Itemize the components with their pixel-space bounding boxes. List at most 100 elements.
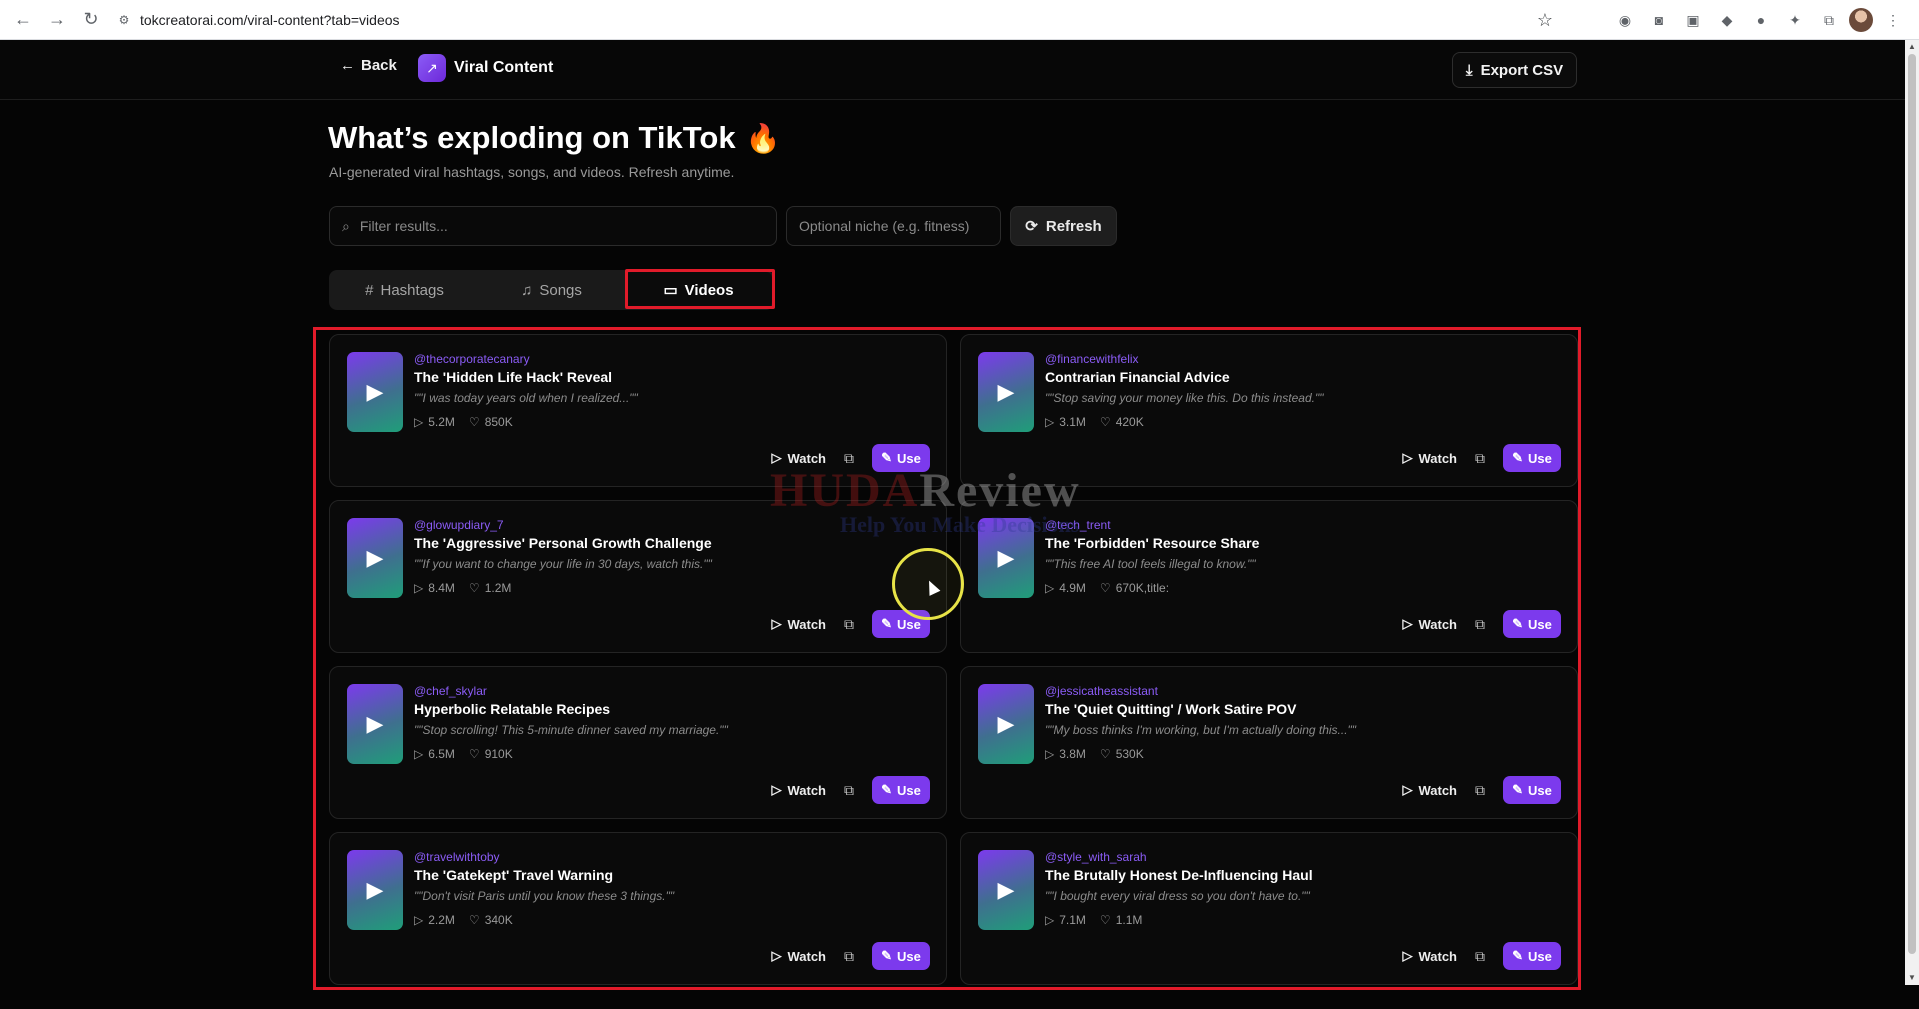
tab-videos[interactable]: ▭ Videos [625,272,772,308]
camera-icon[interactable]: ◙ [1645,6,1673,34]
video-stats: ▷ 8.4M ♡ 1.2M [414,581,511,595]
copy-icon[interactable]: ⧉ [1471,616,1489,633]
use-button[interactable]: ✎ Use [1503,776,1561,804]
filter-field[interactable]: ⌕ [329,206,777,246]
video-card: ▶ @glowupdiary_7 The 'Aggressive' Person… [329,500,947,653]
video-thumbnail[interactable]: ▶ [978,518,1034,598]
creator-handle[interactable]: @jessicatheassistant [1045,684,1158,698]
arrow-left-icon[interactable]: ← [6,3,40,37]
views-count: 8.4M [428,581,455,595]
copy-icon[interactable]: ⧉ [840,782,858,799]
play-outline-icon: ▷ [1045,581,1055,595]
creator-handle[interactable]: @financewithfelix [1045,352,1139,366]
creator-handle[interactable]: @thecorporatecanary [414,352,530,366]
video-thumbnail[interactable]: ▶ [347,850,403,930]
use-button[interactable]: ✎ Use [1503,942,1561,970]
watch-button[interactable]: ▷ Watch [771,616,826,632]
copy-icon[interactable]: ⧉ [840,948,858,965]
copy-icon[interactable]: ⧉ [1471,948,1489,965]
hashtag-icon: # [365,281,374,299]
copy-icon[interactable]: ⧉ [840,616,858,633]
play-outline-icon: ▷ [1045,747,1055,761]
app-brand: ↗ Viral Content [418,54,553,82]
play-outline-icon: ▷ [414,415,424,429]
video-stats: ▷ 6.5M ♡ 910K [414,747,513,761]
use-button[interactable]: ✎ Use [872,610,930,638]
creator-handle[interactable]: @chef_skylar [414,684,487,698]
video-thumbnail[interactable]: ▶ [978,684,1034,764]
play-icon: ▶ [366,711,384,736]
play-outline-icon: ▷ [771,616,782,631]
bookmark-star-icon[interactable]: ☆ [1530,5,1560,35]
export-label: Export CSV [1480,61,1564,79]
use-button[interactable]: ✎ Use [872,942,930,970]
extension-icon[interactable]: ▣ [1679,6,1707,34]
filter-input[interactable] [359,218,776,234]
puzzle-icon[interactable]: ⧉ [1815,6,1843,34]
watch-button[interactable]: ▷ Watch [1402,782,1457,798]
magic-wand-icon: ✎ [881,450,893,465]
use-label: Use [1528,782,1552,798]
scroll-down-arrow-icon[interactable]: ▼ [1907,973,1917,983]
niche-input[interactable] [799,218,1000,234]
extension-icon[interactable]: ◆ [1713,6,1741,34]
video-thumbnail[interactable]: ▶ [347,352,403,432]
back-button[interactable]: ← Back [340,57,397,74]
reload-icon[interactable]: ↻ [74,3,108,37]
heart-icon: ♡ [468,581,480,595]
use-button[interactable]: ✎ Use [1503,610,1561,638]
page-subtitle: AI-generated viral hashtags, songs, and … [329,164,735,180]
watch-button[interactable]: ▷ Watch [771,782,826,798]
views-count: 2.2M [428,913,455,927]
video-card: ▶ @style_with_sarah The Brutally Honest … [960,832,1578,985]
video-thumbnail[interactable]: ▶ [347,684,403,764]
export-csv-button[interactable]: ⤓ Export CSV [1452,52,1577,88]
address-bar[interactable]: ⚙ tokcreatorai.com/viral-content?tab=vid… [114,5,400,35]
magic-wand-icon: ✎ [1512,782,1524,797]
creator-handle[interactable]: @style_with_sarah [1045,850,1147,864]
watch-button[interactable]: ▷ Watch [771,948,826,964]
kebab-menu-icon[interactable]: ⋮ [1879,6,1907,34]
profile-avatar[interactable] [1849,8,1873,32]
scrollbar-thumb[interactable] [1908,54,1916,954]
tab-songs[interactable]: ♫ Songs [478,272,625,308]
watch-button[interactable]: ▷ Watch [1402,948,1457,964]
watch-button[interactable]: ▷ Watch [771,450,826,466]
extension-icon[interactable]: ● [1747,6,1775,34]
copy-icon[interactable]: ⧉ [1471,450,1489,467]
video-thumbnail[interactable]: ▶ [978,352,1034,432]
use-button[interactable]: ✎ Use [1503,444,1561,472]
watch-button[interactable]: ▷ Watch [1402,450,1457,466]
refresh-button[interactable]: ⟳ Refresh [1010,206,1117,246]
views-stat: ▷ 8.4M [414,581,455,595]
extension-icon[interactable]: ◉ [1611,6,1639,34]
heart-icon: ♡ [1099,747,1111,761]
url-text[interactable]: tokcreatorai.com/viral-content?tab=video… [140,12,400,28]
video-hook-quote: ""Don't visit Paris until you know these… [414,889,675,903]
creator-handle[interactable]: @travelwithtoby [414,850,500,864]
views-stat: ▷ 3.8M [1045,747,1086,761]
watch-button[interactable]: ▷ Watch [1402,616,1457,632]
use-button[interactable]: ✎ Use [872,444,930,472]
scroll-up-arrow-icon[interactable]: ▲ [1907,42,1917,52]
creator-handle[interactable]: @glowupdiary_7 [414,518,504,532]
card-actions: ▷ Watch ⧉ ✎ Use [1402,776,1561,804]
views-stat: ▷ 3.1M [1045,415,1086,429]
creator-handle[interactable]: @tech_trent [1045,518,1111,532]
copy-icon[interactable]: ⧉ [840,450,858,467]
copy-icon[interactable]: ⧉ [1471,782,1489,799]
video-title: The 'Forbidden' Resource Share [1045,535,1260,551]
video-thumbnail[interactable]: ▶ [978,850,1034,930]
site-info-icon[interactable]: ⚙ [114,10,134,30]
video-title: The Brutally Honest De-Influencing Haul [1045,867,1313,883]
app-header: ← Back ↗ Viral Content ⤓ Export CSV [0,40,1905,100]
extension-icon[interactable]: ✦ [1781,6,1809,34]
download-icon: ⤓ [1465,61,1473,79]
page-scrollbar[interactable]: ▲ ▼ [1905,40,1919,985]
use-button[interactable]: ✎ Use [872,776,930,804]
tab-hashtags[interactable]: # Hashtags [331,272,478,308]
video-thumbnail[interactable]: ▶ [347,518,403,598]
niche-field[interactable] [786,206,1001,246]
magic-wand-icon: ✎ [1512,450,1524,465]
arrow-right-icon[interactable]: → [40,3,74,37]
